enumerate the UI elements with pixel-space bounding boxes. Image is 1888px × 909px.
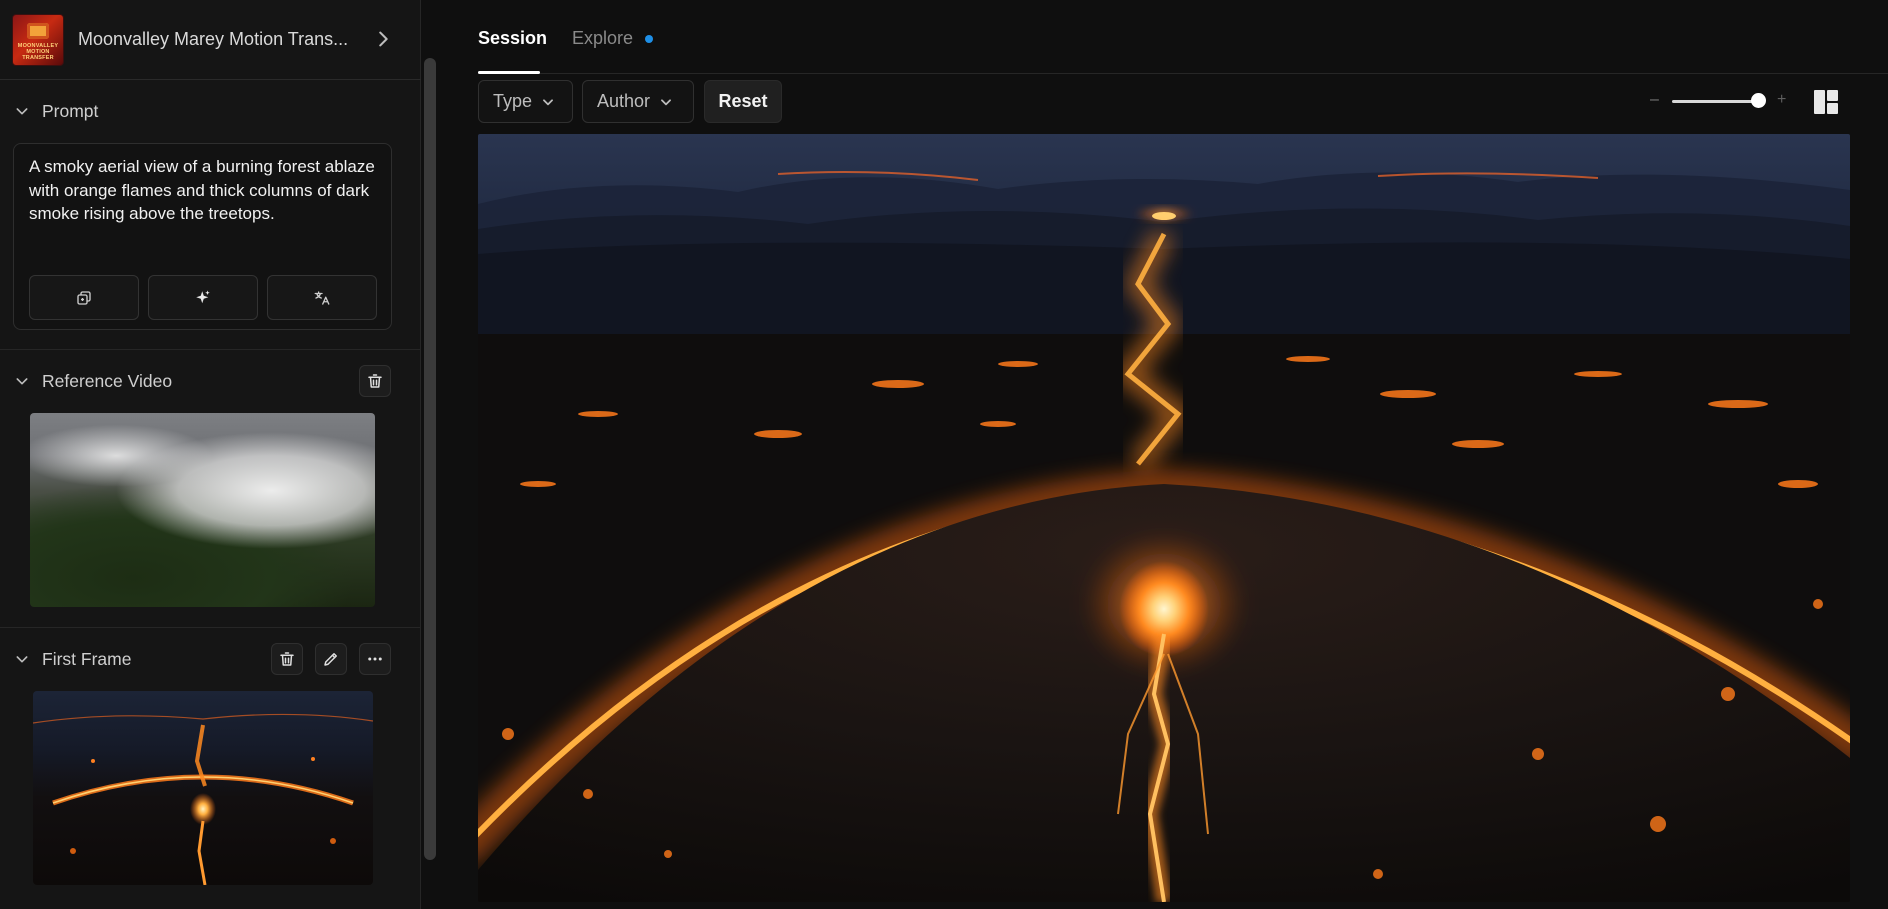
prompt-box: A smoky aerial view of a burning forest … [13, 143, 392, 330]
trash-icon [280, 652, 294, 666]
chevron-down-icon[interactable] [14, 103, 30, 119]
chevron-right-icon[interactable] [372, 28, 394, 50]
first-frame-section-header[interactable]: First Frame [0, 636, 421, 682]
translate-icon [314, 290, 330, 305]
copy-icon [77, 290, 91, 305]
tab-explore[interactable]: Explore [572, 28, 633, 49]
prompt-section-title: Prompt [42, 100, 99, 121]
sidebar-header: MOONVALLEY MOTION TRANSFER Moonvalley Ma… [0, 0, 421, 80]
app-title[interactable]: Moonvalley Marey Motion Trans... [78, 29, 378, 50]
generated-preview-image[interactable] [478, 134, 1850, 902]
active-tab-indicator [478, 71, 540, 74]
app-logo-text: MOONVALLEY MOTION TRANSFER [17, 42, 59, 61]
chevron-down-icon [661, 98, 672, 105]
chevron-down-icon[interactable] [14, 373, 30, 389]
tab-session[interactable]: Session [478, 28, 547, 49]
first-frame-section-title: First Frame [42, 648, 132, 669]
first-frame-thumbnail[interactable] [33, 691, 373, 885]
sparkle-icon [196, 290, 210, 303]
zoom-out-button[interactable]: – [1650, 91, 1664, 111]
pencil-icon [324, 653, 337, 666]
reference-video-thumbnail[interactable] [30, 413, 375, 607]
delete-first-frame-button[interactable] [271, 643, 303, 675]
explore-notification-dot [645, 35, 653, 43]
trash-icon [368, 374, 382, 388]
more-horizontal-icon [368, 657, 382, 661]
type-filter-dropdown[interactable]: Type [478, 80, 573, 123]
layout-grid-icon[interactable] [1813, 89, 1839, 115]
more-options-button[interactable] [359, 643, 391, 675]
author-filter-label: Author [597, 91, 651, 111]
zoom-slider-handle[interactable] [1751, 93, 1766, 108]
section-divider [0, 627, 421, 628]
edit-first-frame-button[interactable] [315, 643, 347, 675]
section-divider [0, 349, 421, 350]
zoom-in-button[interactable]: + [1777, 91, 1791, 111]
reference-video-section-title: Reference Video [42, 370, 173, 391]
copy-prompt-button[interactable] [29, 275, 139, 320]
sidebar-scrollbar[interactable] [424, 58, 436, 860]
prompt-section-header[interactable]: Prompt [0, 88, 421, 134]
chevron-down-icon[interactable] [14, 651, 30, 667]
reference-video-section-header[interactable]: Reference Video [0, 358, 421, 404]
chevron-down-icon [543, 98, 553, 105]
translate-prompt-button[interactable] [267, 275, 377, 320]
enhance-prompt-button[interactable] [148, 275, 258, 320]
prompt-textarea[interactable]: A smoky aerial view of a burning forest … [29, 155, 379, 226]
author-filter-dropdown[interactable]: Author [582, 80, 694, 123]
sidebar: MOONVALLEY MOTION TRANSFER Moonvalley Ma… [0, 0, 436, 909]
tabs-divider [478, 73, 1888, 74]
type-filter-label: Type [493, 91, 533, 111]
main-panel: Session Explore Type Author Reset – + [440, 0, 1888, 909]
reset-button[interactable]: Reset [704, 80, 782, 123]
delete-reference-video-button[interactable] [359, 365, 391, 397]
app-logo: MOONVALLEY MOTION TRANSFER [12, 13, 64, 66]
